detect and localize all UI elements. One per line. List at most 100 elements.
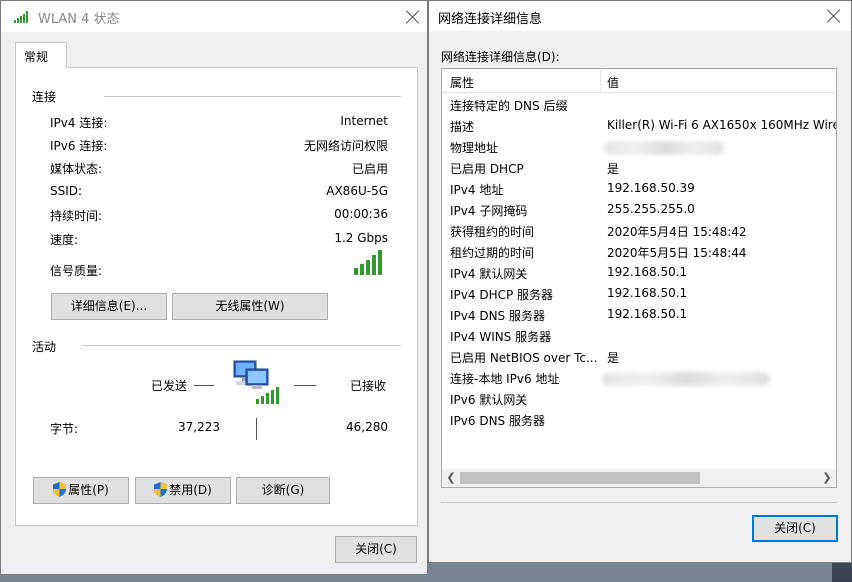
disable-button[interactable]: 禁用(D) bbox=[135, 477, 231, 504]
general-panel: 连接 IPv4 连接: Internet IPv6 连接: 无网络访问权限 媒体… bbox=[15, 67, 418, 526]
divider bbox=[441, 502, 837, 503]
property-cell: 租约过期的时间 bbox=[450, 246, 535, 260]
list-row[interactable]: IPv4 地址 192.168.50.39 bbox=[442, 178, 836, 199]
property-cell: IPv4 子网掩码 bbox=[450, 204, 528, 218]
property-cell: 已启用 DHCP bbox=[450, 162, 524, 176]
redacted-value bbox=[604, 141, 724, 155]
scrollbar-thumb[interactable] bbox=[460, 472, 700, 484]
value-cell: 2020年5月5日 15:48:44 bbox=[607, 246, 747, 260]
list-row[interactable]: 已启用 NetBIOS over Tc... 是 bbox=[442, 346, 836, 367]
title-bar[interactable]: 网络连接详细信息 bbox=[429, 1, 851, 31]
window-title: WLAN 4 状态 bbox=[38, 12, 120, 27]
media-state-label: 媒体状态: bbox=[50, 162, 103, 176]
speed-value: 1.2 Gbps bbox=[334, 231, 388, 245]
disable-button-label: 禁用(D) bbox=[169, 483, 212, 497]
details-button[interactable]: 详细信息(E)... bbox=[51, 293, 167, 320]
column-separator[interactable] bbox=[600, 69, 601, 93]
value-cell: 是 bbox=[607, 162, 620, 176]
value-cell: 255.255.255.0 bbox=[607, 202, 695, 216]
property-cell: IPv6 默认网关 bbox=[450, 393, 528, 407]
signal-strength-icon bbox=[354, 250, 382, 275]
close-icon[interactable] bbox=[406, 10, 420, 24]
close-button[interactable]: 关闭(C) bbox=[752, 515, 838, 542]
tab-general-label: 常规 bbox=[24, 50, 49, 64]
list-row[interactable]: IPv4 默认网关 192.168.50.1 bbox=[442, 262, 836, 283]
column-header-value[interactable]: 值 bbox=[607, 74, 619, 91]
ipv4-connection-value: Internet bbox=[340, 114, 388, 128]
list-row[interactable]: 已启用 DHCP 是 bbox=[442, 157, 836, 178]
list-row[interactable]: IPv6 DNS 服务器 bbox=[442, 409, 836, 430]
list-row[interactable]: 描述 Killer(R) Wi-Fi 6 AX1650x 160MHz Wire… bbox=[442, 115, 836, 136]
list-row[interactable]: IPv4 DNS 服务器 192.168.50.1 bbox=[442, 304, 836, 325]
network-computers-icon bbox=[233, 360, 279, 404]
scroll-left-icon[interactable]: ❮ bbox=[444, 472, 458, 484]
ipv4-connection-label: IPv4 连接: bbox=[50, 116, 108, 130]
properties-button-label: 属性(P) bbox=[68, 483, 109, 497]
property-cell: 获得租约的时间 bbox=[450, 225, 535, 239]
ipv6-connection-value: 无网络访问权限 bbox=[303, 139, 388, 153]
value-cell: 192.168.50.1 bbox=[607, 307, 688, 321]
sent-label: 已发送 bbox=[151, 379, 188, 393]
list-row[interactable]: IPv6 默认网关 bbox=[442, 388, 836, 409]
property-cell: 连接-本地 IPv6 地址 bbox=[450, 372, 560, 386]
value-cell: 192.168.50.39 bbox=[607, 181, 695, 195]
close-icon[interactable] bbox=[827, 9, 841, 23]
value-cell: 是 bbox=[607, 351, 620, 365]
details-section-label: 网络连接详细信息(D): bbox=[441, 50, 560, 64]
list-row[interactable]: IPv4 WINS 服务器 bbox=[442, 325, 836, 346]
speed-label: 速度: bbox=[50, 233, 79, 247]
divider bbox=[104, 96, 401, 97]
media-state-value: 已启用 bbox=[351, 162, 388, 176]
property-cell: IPv4 DHCP 服务器 bbox=[450, 288, 554, 302]
divider bbox=[82, 345, 401, 346]
column-header-property[interactable]: 属性 bbox=[450, 74, 474, 91]
list-row[interactable]: 物理地址 bbox=[442, 136, 836, 157]
value-cell: Killer(R) Wi-Fi 6 AX1650x 160MHz Wirel bbox=[607, 118, 837, 132]
list-header: 属性 值 bbox=[442, 69, 836, 93]
property-cell: 描述 bbox=[450, 120, 475, 134]
property-cell: 已启用 NetBIOS over Tc... bbox=[450, 351, 598, 365]
value-cell: 192.168.50.1 bbox=[607, 286, 688, 300]
duration-label: 持续时间: bbox=[50, 209, 103, 223]
redacted-value bbox=[602, 372, 770, 386]
ssid-value: AX86U-5G bbox=[326, 184, 388, 198]
scroll-right-icon[interactable]: ❯ bbox=[820, 472, 834, 484]
property-cell: IPv6 DNS 服务器 bbox=[450, 414, 545, 428]
ipv6-connection-label: IPv6 连接: bbox=[50, 139, 108, 153]
list-row[interactable]: 租约过期的时间 2020年5月5日 15:48:44 bbox=[442, 241, 836, 262]
shield-icon bbox=[53, 482, 67, 497]
properties-button[interactable]: 属性(P) bbox=[33, 477, 129, 504]
signal-quality-label: 信号质量: bbox=[50, 264, 103, 278]
received-label: 已接收 bbox=[350, 379, 387, 393]
horizontal-scrollbar[interactable]: ❮ ❯ bbox=[442, 469, 836, 487]
value-cell: 2020年5月4日 15:48:42 bbox=[607, 225, 747, 239]
connection-group-label: 连接 bbox=[32, 90, 57, 104]
ssid-label: SSID: bbox=[50, 184, 83, 198]
wireless-properties-button[interactable]: 无线属性(W) bbox=[172, 293, 328, 320]
title-bar[interactable]: WLAN 4 状态 bbox=[1, 1, 427, 32]
bytes-label: 字节: bbox=[50, 422, 79, 436]
received-line bbox=[294, 385, 316, 386]
shield-icon bbox=[154, 482, 168, 497]
property-cell: IPv4 WINS 服务器 bbox=[450, 330, 552, 344]
bytes-divider bbox=[256, 418, 257, 440]
property-cell: IPv4 地址 bbox=[450, 183, 504, 197]
wifi-signal-icon bbox=[14, 11, 28, 23]
sent-line bbox=[194, 385, 214, 386]
bytes-received-value: 46,280 bbox=[346, 420, 388, 434]
list-row[interactable]: 连接特定的 DNS 后缀 bbox=[442, 94, 836, 115]
list-row[interactable]: 连接-本地 IPv6 地址 bbox=[442, 367, 836, 388]
tab-general[interactable]: 常规 bbox=[15, 42, 67, 68]
close-button[interactable]: 关闭(C) bbox=[335, 536, 417, 563]
property-cell: IPv4 默认网关 bbox=[450, 267, 528, 281]
list-row[interactable]: 获得租约的时间 2020年5月4日 15:48:42 bbox=[442, 220, 836, 241]
list-row[interactable]: IPv4 DHCP 服务器 192.168.50.1 bbox=[442, 283, 836, 304]
details-list[interactable]: 属性 值 连接特定的 DNS 后缀 描述 Killer(R) Wi-Fi 6 A… bbox=[441, 68, 837, 488]
window-title: 网络连接详细信息 bbox=[438, 12, 543, 27]
diagnose-button[interactable]: 诊断(G) bbox=[236, 477, 330, 504]
wlan-status-window: WLAN 4 状态 常规 连接 IPv4 连接: Internet IPv6 连… bbox=[0, 0, 428, 575]
property-cell: IPv4 DNS 服务器 bbox=[450, 309, 545, 323]
list-row[interactable]: IPv4 子网掩码 255.255.255.0 bbox=[442, 199, 836, 220]
duration-value: 00:00:36 bbox=[334, 207, 388, 221]
bytes-sent-value: 37,223 bbox=[178, 420, 220, 434]
